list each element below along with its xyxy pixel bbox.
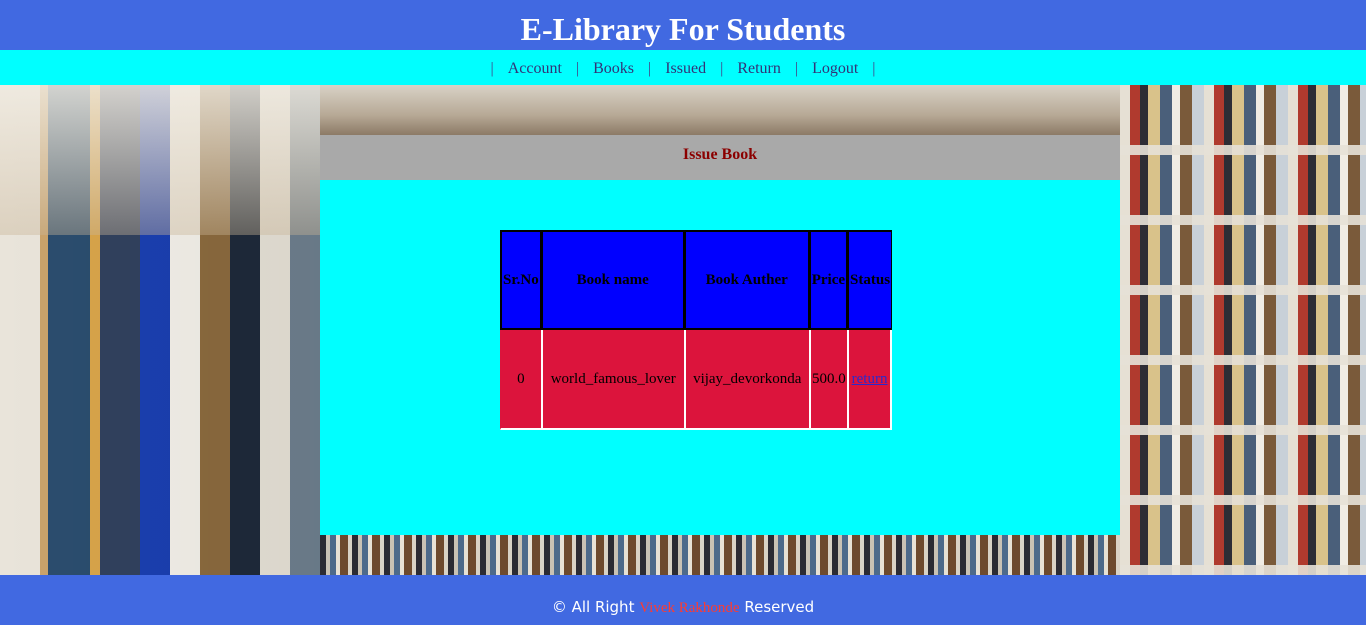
header-book-name: Book name	[540, 230, 684, 330]
table-row: 0 world_famous_lover vijay_devorkonda 50…	[500, 330, 893, 430]
footer-author: Vivek Rakhonde	[639, 600, 740, 616]
issue-book-panel: Issue Book Sr.No Book name Book Auther P…	[320, 135, 1120, 535]
cell-price: 500.0	[808, 330, 848, 430]
footer-suffix: Reserved	[744, 598, 815, 616]
nav-separator: |	[648, 60, 652, 77]
cell-book-author: vijay_devorkonda	[683, 330, 809, 430]
cell-status: return	[847, 330, 893, 430]
site-header: E-Library For Students	[0, 0, 1366, 50]
table-header-row: Sr.No Book name Book Auther Price Status	[500, 230, 893, 330]
bookshelf-top	[320, 85, 1120, 135]
nav-books-link[interactable]: Books	[589, 60, 638, 77]
nav-separator: |	[575, 60, 580, 77]
nav-issued-link[interactable]: Issued	[661, 60, 710, 77]
nav-return-link[interactable]: Return	[733, 60, 785, 77]
bookshelf-bottom	[320, 535, 1120, 575]
nav-separator: |	[872, 60, 876, 77]
cell-sr-no: 0	[500, 330, 541, 430]
cell-book-name: world_famous_lover	[540, 330, 684, 430]
site-footer: © All Right Vivek Rakhonde Reserved	[0, 575, 1366, 625]
nav-account-link[interactable]: Account	[504, 60, 566, 77]
header-sr-no: Sr.No	[500, 230, 541, 330]
header-price: Price	[808, 230, 848, 330]
panel-title: Issue Book	[320, 135, 1120, 180]
nav-separator: |	[720, 60, 724, 77]
bookshelf-left-highlight	[0, 85, 320, 235]
bookshelf-right	[1120, 85, 1366, 575]
nav-separator: |	[490, 60, 494, 77]
footer-prefix: © All Right	[551, 598, 635, 616]
nav-separator: |	[794, 60, 799, 77]
header-status: Status	[847, 230, 893, 330]
nav-bar: | Account | Books | Issued | Return | Lo…	[0, 50, 1366, 85]
header-book-author: Book Auther	[683, 230, 809, 330]
issued-books-table: Sr.No Book name Book Auther Price Status…	[500, 230, 893, 430]
nav-logout-link[interactable]: Logout	[808, 60, 862, 77]
return-link[interactable]: return	[852, 371, 888, 387]
